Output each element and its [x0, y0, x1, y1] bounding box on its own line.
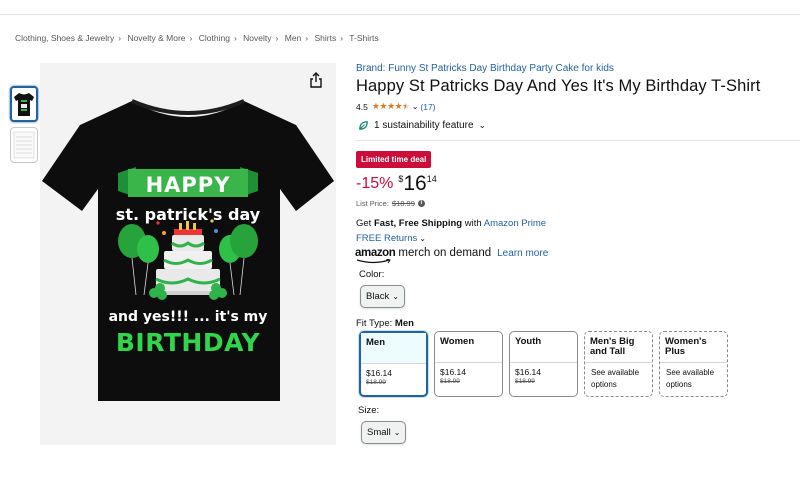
size-dropdown[interactable]: Small ⌄ — [361, 421, 407, 444]
color-value: Black — [366, 291, 390, 302]
chevron-down-icon: ⌄ — [419, 234, 426, 243]
fit-type-label: Fit Type: — [356, 318, 393, 329]
share-icon[interactable] — [309, 72, 323, 88]
fit-option-name: Youth — [515, 336, 542, 347]
fit-option-youth[interactable]: Youth $16.14 $18.99 — [509, 331, 578, 397]
chevron-down-icon: ⌄ — [393, 428, 401, 437]
merch-on-demand-text: merch on demand — [398, 246, 492, 259]
shipping-info: Get Fast, Free Shipping with Amazon Prim… — [356, 218, 546, 229]
chevron-down-icon[interactable]: ⌄ — [479, 120, 487, 131]
breadcrumb-item[interactable]: Clothing, Shoes & Jewelry — [15, 33, 114, 43]
product-title: Happy St Patricks Day And Yes It's My Bi… — [356, 77, 761, 95]
rating-count-link[interactable]: (17) — [420, 102, 435, 112]
discount-percent: -15% — [356, 175, 394, 192]
color-label: Color: — [359, 269, 385, 280]
list-price: List Price: $18.99 i — [356, 199, 425, 208]
leaf-icon — [359, 121, 368, 130]
price-fraction: 14 — [426, 174, 437, 184]
price-row: -15% $ 16 14 — [356, 173, 437, 194]
rating-row[interactable]: 4.5 ★★★★★★ ⌄ (17) — [356, 101, 436, 112]
chevron-down-icon[interactable]: ⌄ — [412, 102, 419, 111]
breadcrumb-item[interactable]: Men — [285, 33, 302, 43]
fit-option-price: $16.14 — [366, 368, 392, 378]
fit-option-men[interactable]: Men $16.14 $18.99 — [359, 331, 428, 397]
breadcrumb-item[interactable]: Novelty & More — [127, 33, 185, 43]
thumbnail-chart-image — [13, 131, 35, 159]
fit-option-mens-big-tall[interactable]: Men's Big and Tall See available options — [584, 331, 653, 397]
list-price-value: $18.99 — [391, 199, 415, 208]
free-returns-link[interactable]: FREE Returns ⌄ — [356, 233, 426, 244]
fit-option-availability: See available options — [666, 368, 715, 389]
amazon-logo-text: amazon — [355, 246, 396, 259]
sustainability-feature[interactable]: 1 sustainability feature ⌄ — [358, 120, 486, 131]
deal-badge: Limited time deal — [356, 151, 432, 168]
fit-option-womens-plus[interactable]: Women's Plus See available options — [659, 331, 728, 397]
info-icon[interactable]: i — [417, 200, 425, 207]
breadcrumb: Clothing, Shoes & Jewelry › Novelty & Mor… — [15, 33, 379, 43]
thumbnail-shirt[interactable] — [10, 86, 38, 122]
amazon-smile-icon — [356, 258, 391, 263]
fit-option-availability: See available options — [591, 368, 640, 389]
fit-option-women[interactable]: Women $16.14 $18.99 — [434, 331, 503, 397]
thumbnail-size-chart[interactable] — [10, 127, 38, 163]
fit-option-price: $16.14 — [515, 367, 541, 377]
breadcrumb-item[interactable]: Novelty — [243, 33, 271, 43]
chevron-down-icon: ⌄ — [392, 292, 399, 301]
amazon-logo: amazon — [355, 246, 396, 263]
tshirt-graphic: HAPPY st. patrick's day and yes!!! ... i… — [42, 99, 334, 401]
fit-option-name: Men's Big and Tall — [590, 336, 635, 357]
size-label: Size: — [358, 405, 380, 416]
merch-on-demand-row: amazon merch on demand Learn more — [355, 246, 548, 263]
price-whole: 16 — [403, 172, 427, 195]
color-dropdown[interactable]: Black ⌄ — [360, 285, 405, 308]
shipping-prefix: Get — [356, 218, 374, 229]
breadcrumb-item[interactable]: Clothing — [199, 33, 230, 43]
fit-option-name: Women — [440, 336, 475, 347]
breadcrumb-item[interactable]: T-Shirts — [349, 33, 378, 43]
shirt-text-yes: and yes!!! ... it's my — [109, 309, 268, 325]
fit-option-old-price: $18.99 — [515, 378, 535, 385]
star-rating-icon: ★★★★★★ — [371, 101, 410, 111]
sustainability-text: 1 sustainability feature — [374, 120, 474, 131]
fit-type-value: Men — [394, 318, 414, 329]
shipping-mid: with — [462, 218, 484, 229]
shirt-text-happy: HAPPY — [146, 173, 231, 197]
fit-type-label-row: Fit Type: Men — [356, 318, 414, 329]
thumbnail-shirt-image — [14, 93, 34, 116]
main-product-image[interactable]: HAPPY st. patrick's day and yes!!! ... i… — [40, 63, 336, 445]
fit-option-old-price: $18.99 — [440, 378, 460, 385]
prime-link[interactable]: Amazon Prime — [484, 218, 546, 229]
list-price-label: List Price: — [356, 199, 389, 208]
breadcrumb-item[interactable]: Shirts — [315, 33, 337, 43]
fit-option-name: Men — [361, 333, 426, 363]
shipping-bold: Fast, Free Shipping — [373, 218, 463, 229]
fit-option-price: $16.14 — [440, 367, 466, 377]
section-divider — [356, 140, 800, 141]
learn-more-link[interactable]: Learn more — [497, 248, 548, 259]
shirt-text-birthday: BIRTHDAY — [116, 328, 261, 357]
free-returns-text: FREE Returns — [356, 233, 418, 244]
brand-link[interactable]: Brand: Funny St Patricks Day Birthday Pa… — [356, 63, 614, 74]
top-divider — [0, 14, 800, 15]
fit-option-name: Women's Plus — [665, 336, 707, 357]
rating-value: 4.5 — [356, 101, 368, 112]
size-value: Small — [367, 427, 391, 438]
fit-option-old-price: $18.99 — [366, 379, 386, 386]
